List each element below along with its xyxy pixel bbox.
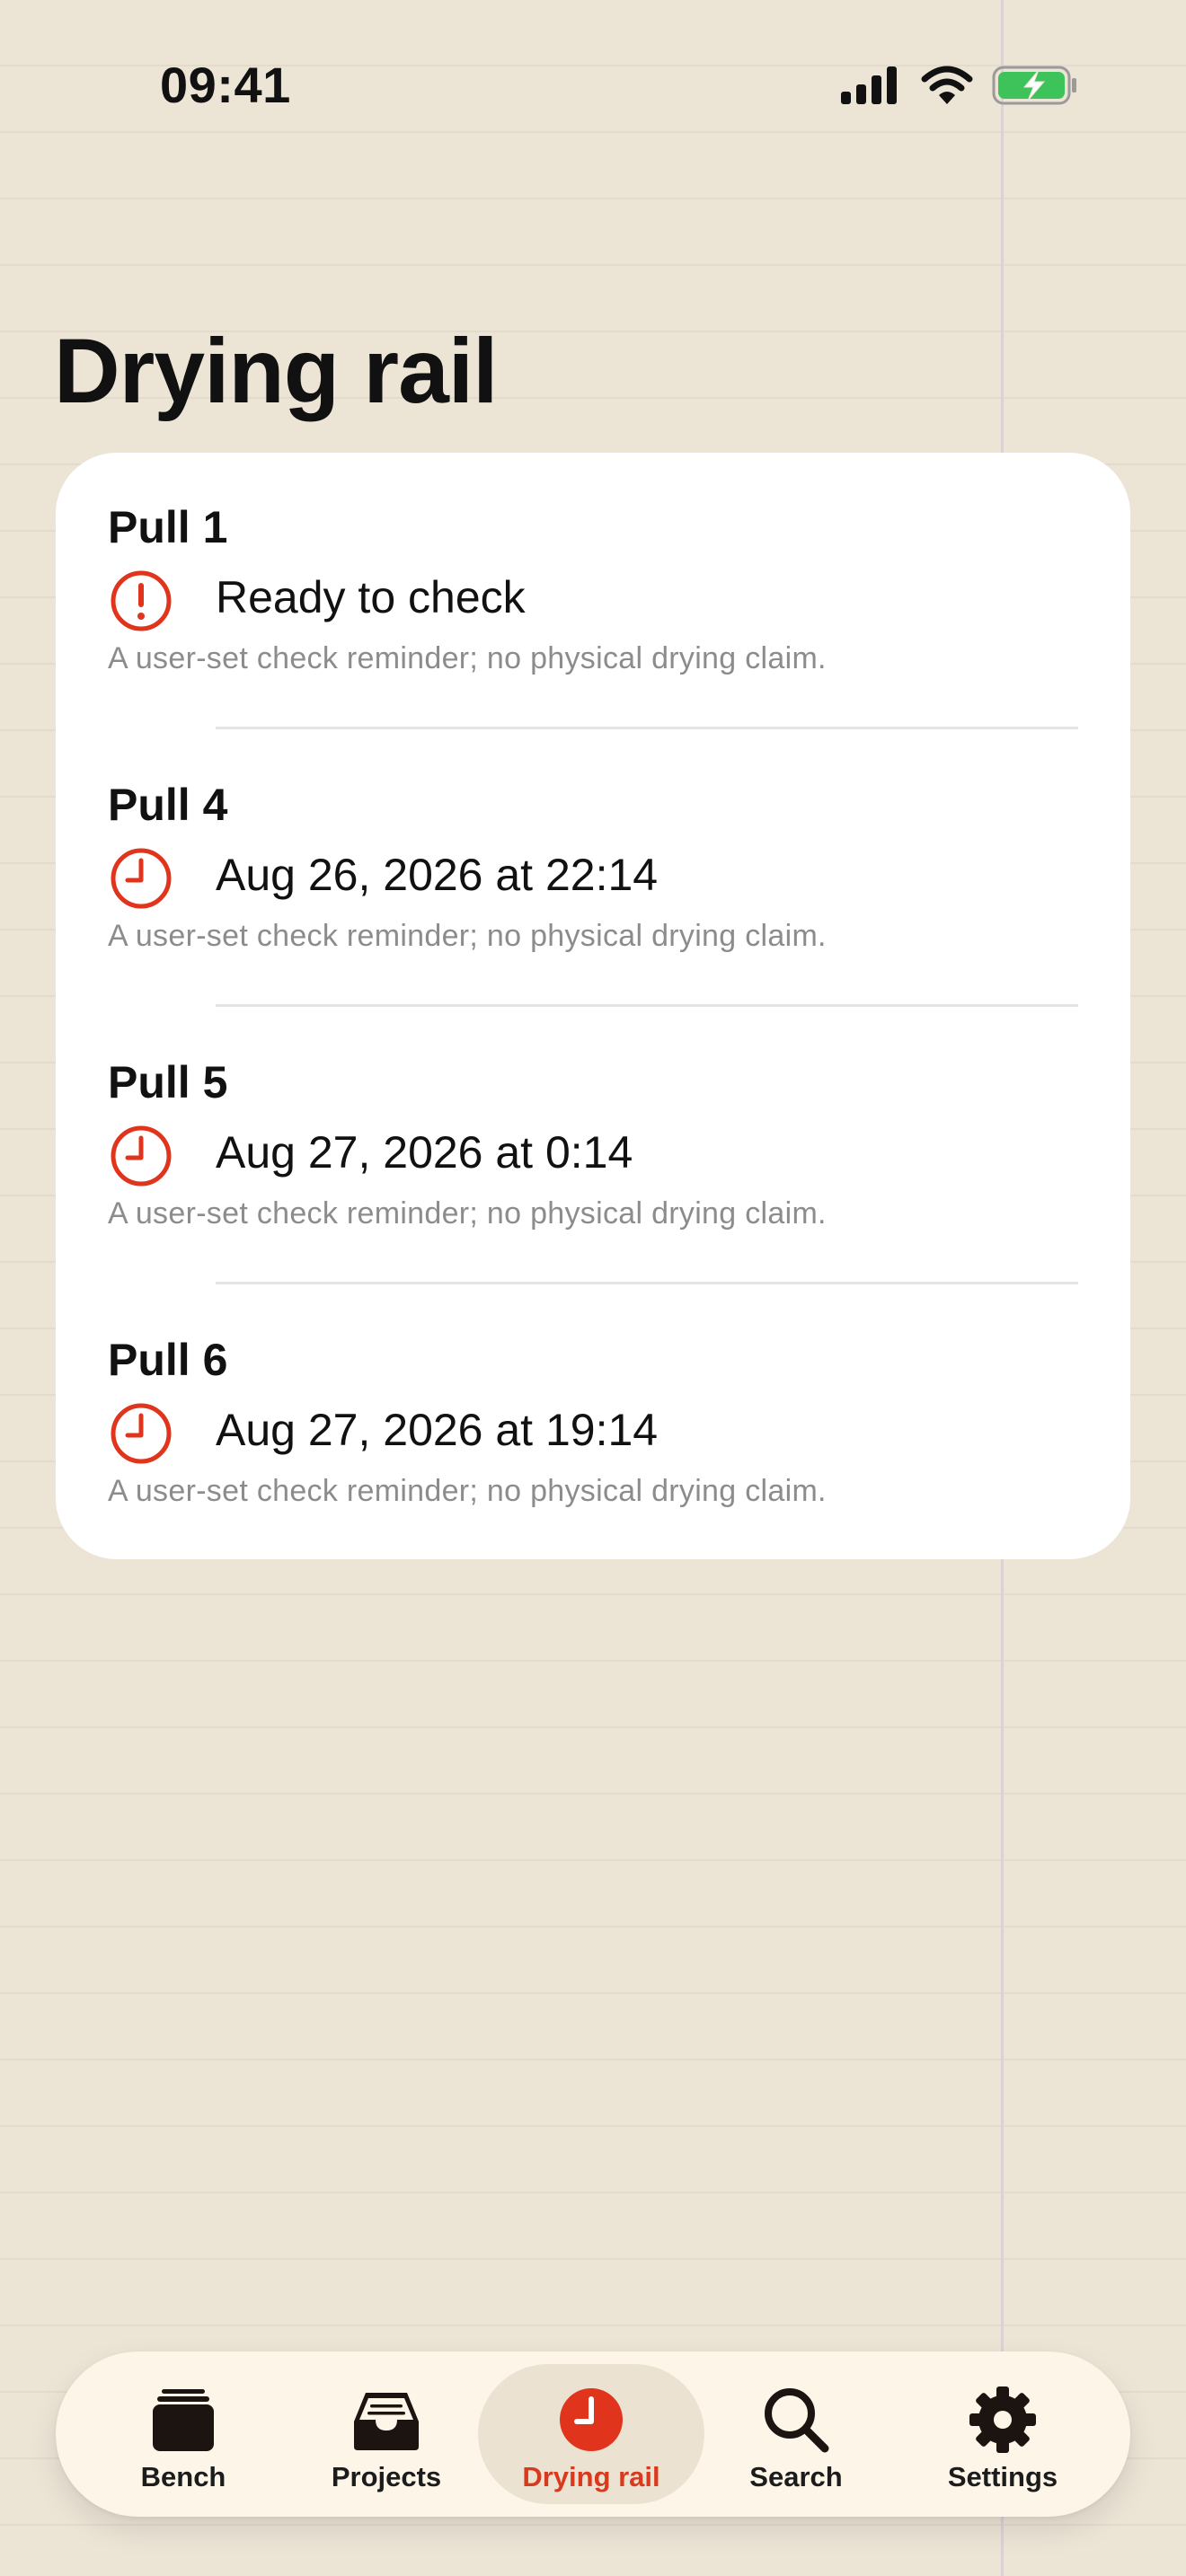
tab-bench[interactable]: Bench xyxy=(70,2364,296,2504)
tab-search[interactable]: Search xyxy=(683,2364,909,2504)
magnifier-icon xyxy=(765,2388,829,2453)
reminder-note: A user-set check reminder; no physical d… xyxy=(108,1196,827,1231)
row-divider xyxy=(216,1282,1078,1284)
tab-drying-rail[interactable]: Drying rail xyxy=(478,2364,704,2504)
reminder-name: Pull 1 xyxy=(108,502,228,552)
reminder-time: Aug 27, 2026 at 19:14 xyxy=(216,1405,659,1455)
reminders-card: Pull 1 Ready to check A user-set check r… xyxy=(56,453,1130,1559)
tab-projects[interactable]: Projects xyxy=(273,2364,500,2504)
clock-icon xyxy=(111,1403,172,1464)
row-divider xyxy=(216,1004,1078,1007)
row-divider xyxy=(216,727,1078,729)
exclamation-circle-icon xyxy=(111,570,172,631)
tab-label: Drying rail xyxy=(522,2461,660,2492)
tray-icon xyxy=(354,2393,419,2450)
clock-fill-icon xyxy=(560,2388,623,2451)
wifi-icon xyxy=(921,66,973,104)
reminder-row[interactable]: Pull 5 Aug 27, 2026 at 0:14 A user-set c… xyxy=(56,1008,1130,1285)
stack-icon xyxy=(153,2389,214,2451)
page-title: Drying rail xyxy=(54,320,498,422)
reminder-name: Pull 4 xyxy=(108,780,228,830)
tab-settings[interactable]: Settings xyxy=(890,2364,1116,2504)
tab-label: Settings xyxy=(947,2461,1058,2492)
tab-label: Search xyxy=(749,2461,843,2492)
tab-label: Projects xyxy=(331,2461,442,2492)
cellular-signal-icon xyxy=(841,66,897,104)
reminder-name: Pull 5 xyxy=(108,1057,228,1107)
tab-bar: Bench Projects Drying rail Search Settin… xyxy=(56,2351,1130,2517)
reminder-time: Aug 27, 2026 at 0:14 xyxy=(216,1127,633,1178)
battery-charging-icon xyxy=(992,66,1076,105)
reminder-note: A user-set check reminder; no physical d… xyxy=(108,1474,827,1508)
reminder-time: Aug 26, 2026 at 22:14 xyxy=(216,850,659,900)
reminder-row[interactable]: Pull 1 Ready to check A user-set check r… xyxy=(56,453,1130,730)
reminder-name: Pull 6 xyxy=(108,1335,228,1385)
reminder-time: Ready to check xyxy=(216,572,526,622)
clock-icon xyxy=(111,848,172,909)
reminder-note: A user-set check reminder; no physical d… xyxy=(108,641,827,675)
gear-icon xyxy=(969,2386,1036,2453)
status-time: 09:41 xyxy=(160,57,291,113)
status-icons xyxy=(839,63,1078,108)
reminder-row[interactable]: Pull 4 Aug 26, 2026 at 22:14 A user-set … xyxy=(56,730,1130,1008)
tab-label: Bench xyxy=(140,2461,226,2492)
reminder-row[interactable]: Pull 6 Aug 27, 2026 at 19:14 A user-set … xyxy=(56,1285,1130,1563)
clock-icon xyxy=(111,1125,172,1187)
reminder-note: A user-set check reminder; no physical d… xyxy=(108,919,827,953)
